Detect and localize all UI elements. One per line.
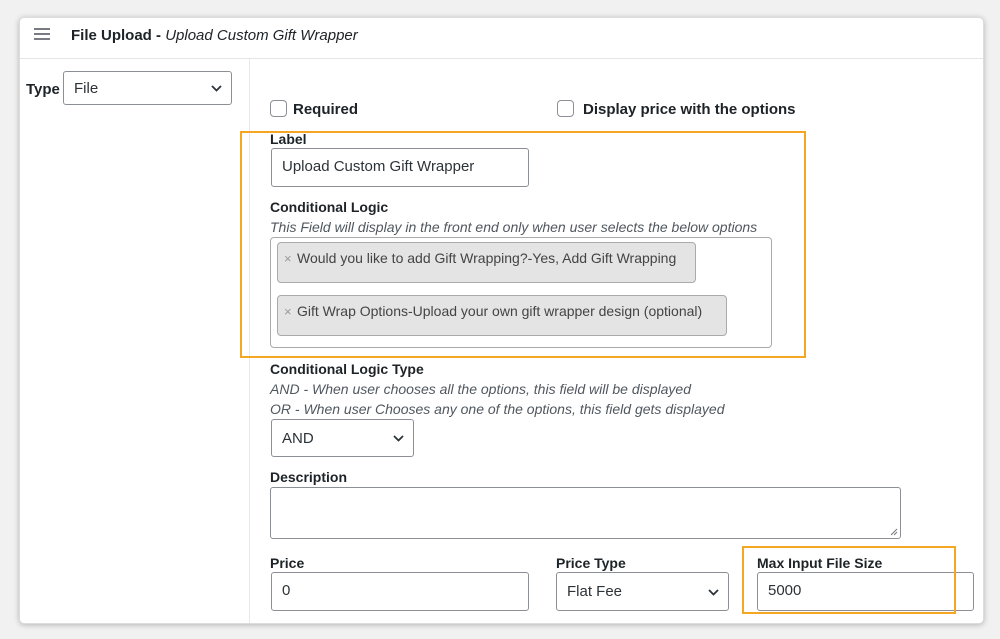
logic-type-value: AND [282,430,314,447]
price-value: 0 [282,582,291,599]
hamburger-icon[interactable] [34,28,50,42]
price-input[interactable]: 0 [271,572,529,611]
logic-type-help-and: AND - When user chooses all the options,… [270,381,691,397]
chevron-down-icon [393,435,404,442]
field-title: File Upload - Upload Custom Gift Wrapper [71,27,358,45]
field-card: File Upload - Upload Custom Gift Wrapper… [19,17,984,624]
resize-handle-icon[interactable] [890,528,898,536]
logic-type-help-or: OR - When user Chooses any one of the op… [270,401,725,417]
description-textarea[interactable] [270,487,901,539]
chevron-down-icon [211,85,222,92]
display-price-label: Display price with the options [583,101,796,118]
highlight-box-conditional-logic [240,131,806,358]
conditional-logic-type-label: Conditional Logic Type [270,361,424,377]
type-select[interactable]: File [63,71,232,105]
required-checkbox[interactable] [270,100,287,117]
price-label: Price [270,555,305,571]
logic-type-select[interactable]: AND [271,419,414,457]
price-type-value: Flat Fee [567,583,623,600]
title-separator: - [151,27,166,44]
field-name-title: Upload Custom Gift Wrapper [165,27,358,44]
description-label: Description [270,469,348,485]
price-type-label: Price Type [556,555,626,571]
highlight-box-max-file-size [742,546,956,614]
chevron-down-icon [708,589,719,596]
field-type-title: File Upload [71,27,152,44]
display-price-checkbox[interactable] [557,100,574,117]
required-label: Required [293,101,359,118]
field-header[interactable]: File Upload - Upload Custom Gift Wrapper [20,18,983,59]
type-select-value: File [74,80,99,97]
type-label: Type [26,81,60,98]
price-type-select[interactable]: Flat Fee [556,572,729,611]
